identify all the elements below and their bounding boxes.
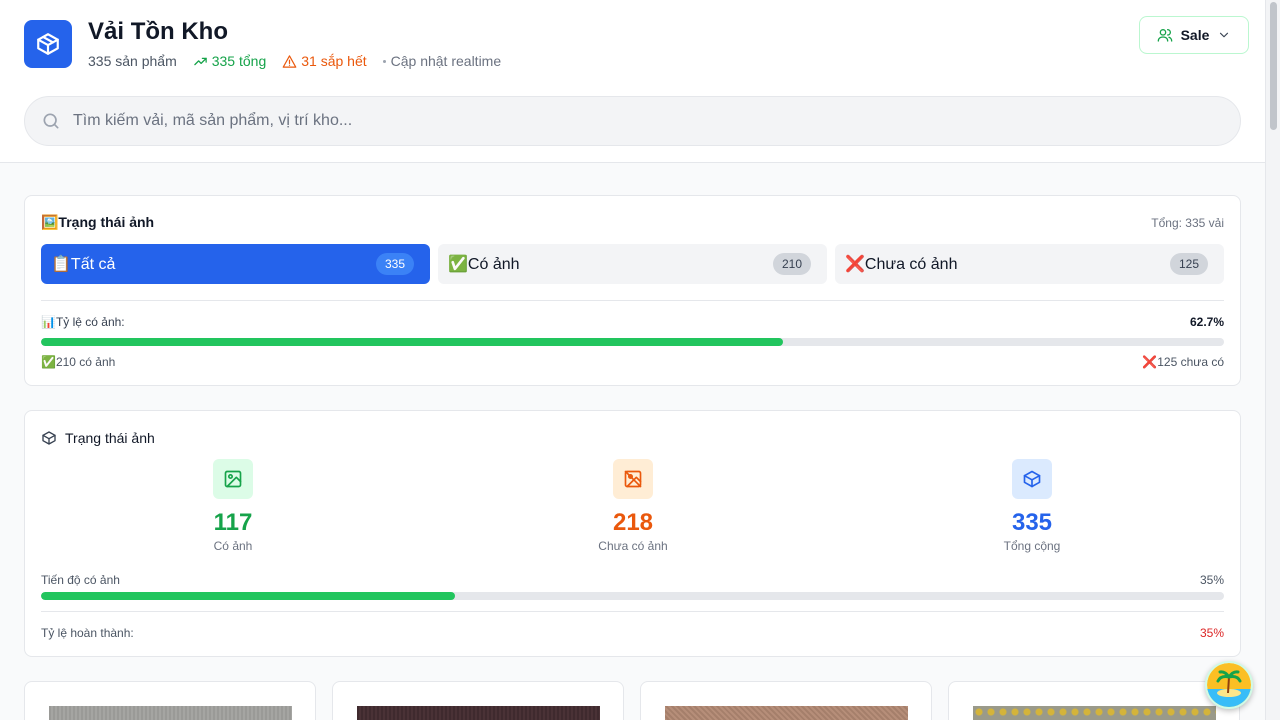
stat-no-image-label: Chưa có ảnh xyxy=(598,539,668,553)
ratio-label: 📊Tỷ lệ có ảnh: xyxy=(41,315,125,329)
package-icon xyxy=(42,431,56,445)
image-status-card: 🖼️Trạng thái ảnh Tổng: 335 vải 📋Tất cả 3… xyxy=(24,195,1241,386)
image-status-title: 🖼️Trạng thái ảnh xyxy=(41,214,155,230)
alert-triangle-icon xyxy=(282,54,297,68)
filter-has-image-button[interactable]: ✅Có ảnh 210 xyxy=(438,244,827,284)
total-label: 335 tổng xyxy=(211,53,267,69)
island-icon xyxy=(1207,663,1251,707)
scrollbar-thumb[interactable] xyxy=(1270,2,1277,130)
dot-icon xyxy=(382,59,386,63)
stats-card: Trạng thái ảnh 117 Có ảnh 218 Chưa có ản… xyxy=(24,410,1241,657)
low-stock-stat: 31 sắp hết xyxy=(282,53,367,69)
stat-total-label: Tổng cộng xyxy=(1003,539,1061,553)
update-label: Cập nhật realtime xyxy=(390,53,502,69)
product-card[interactable] xyxy=(332,681,624,720)
progress-label: Tiến độ có ảnh xyxy=(41,573,120,587)
stat-has-image: 117 Có ảnh xyxy=(133,459,333,553)
image-icon xyxy=(213,459,253,499)
progress-bar-fill xyxy=(41,592,456,600)
missing-image-count-text: ❌125 chưa có xyxy=(1142,355,1224,369)
filter-no-image-button[interactable]: ❌Chưa có ảnh 125 xyxy=(835,244,1224,284)
chevron-down-icon xyxy=(1220,32,1229,38)
image-off-icon xyxy=(613,459,653,499)
filter-has-image-label: ✅Có ảnh xyxy=(448,256,520,273)
ratio-value: 62.7% xyxy=(1189,315,1224,329)
page-title: Vải Tồn Kho xyxy=(88,18,228,45)
stat-has-image-value: 117 xyxy=(213,509,253,536)
users-icon xyxy=(1157,29,1172,42)
package-logo-icon xyxy=(24,20,72,68)
product-card[interactable] xyxy=(24,681,316,720)
app-header: Vải Tồn Kho 335 sản phẩm 335 tổng 31 sắp… xyxy=(0,0,1265,163)
header-meta: 335 sản phẩm 335 tổng 31 sắp hết Cập nhậ… xyxy=(88,53,501,69)
progress-bar xyxy=(41,592,1224,600)
image-status-total: Tổng: 335 vải xyxy=(1151,216,1224,230)
filter-has-image-count: 210 xyxy=(772,253,811,275)
stat-total-value: 335 xyxy=(1011,509,1053,536)
trending-up-icon xyxy=(193,57,207,65)
stats-title: Trạng thái ảnh xyxy=(65,430,155,446)
filter-all-label: 📋Tất cả xyxy=(51,256,116,273)
filter-no-image-count: 125 xyxy=(1169,253,1208,275)
filter-all-count: 335 xyxy=(375,253,414,275)
search-input[interactable] xyxy=(73,112,1173,130)
stat-no-image: 218 Chưa có ảnh xyxy=(533,459,733,553)
progress-value: 35% xyxy=(1199,573,1224,587)
stat-no-image-value: 218 xyxy=(612,509,654,536)
product-image[interactable] xyxy=(973,706,1216,720)
product-image[interactable] xyxy=(357,706,600,720)
assistant-fab-button[interactable] xyxy=(1205,661,1253,709)
product-count: 335 sản phẩm xyxy=(88,53,177,69)
total-stat: 335 tổng xyxy=(193,53,267,69)
ratio-progress-fill xyxy=(41,338,783,346)
product-card[interactable] xyxy=(640,681,932,720)
completion-value: 35% xyxy=(1199,626,1224,640)
update-status: Cập nhật realtime xyxy=(382,53,502,69)
divider xyxy=(41,611,1224,612)
filter-no-image-label: ❌Chưa có ảnh xyxy=(845,256,958,273)
has-image-count-text: ✅210 có ảnh xyxy=(41,355,116,369)
product-card[interactable] xyxy=(948,681,1240,720)
product-image[interactable] xyxy=(49,706,292,720)
package-icon xyxy=(1012,459,1052,499)
ratio-progress-bar xyxy=(41,338,1224,346)
search-icon xyxy=(43,113,59,129)
stat-total: 335 Tổng cộng xyxy=(932,459,1132,553)
product-image[interactable] xyxy=(665,706,908,720)
low-stock-label: 31 sắp hết xyxy=(301,53,367,69)
search-bar[interactable] xyxy=(24,96,1241,146)
divider xyxy=(41,300,1224,301)
role-selector-button[interactable]: Sale xyxy=(1139,16,1249,54)
role-label: Sale xyxy=(1180,27,1210,43)
scrollbar[interactable] xyxy=(1265,0,1280,720)
stat-has-image-label: Có ảnh xyxy=(213,539,253,553)
filter-all-button[interactable]: 📋Tất cả 335 xyxy=(41,244,430,284)
completion-label: Tỷ lệ hoàn thành: xyxy=(41,626,134,640)
